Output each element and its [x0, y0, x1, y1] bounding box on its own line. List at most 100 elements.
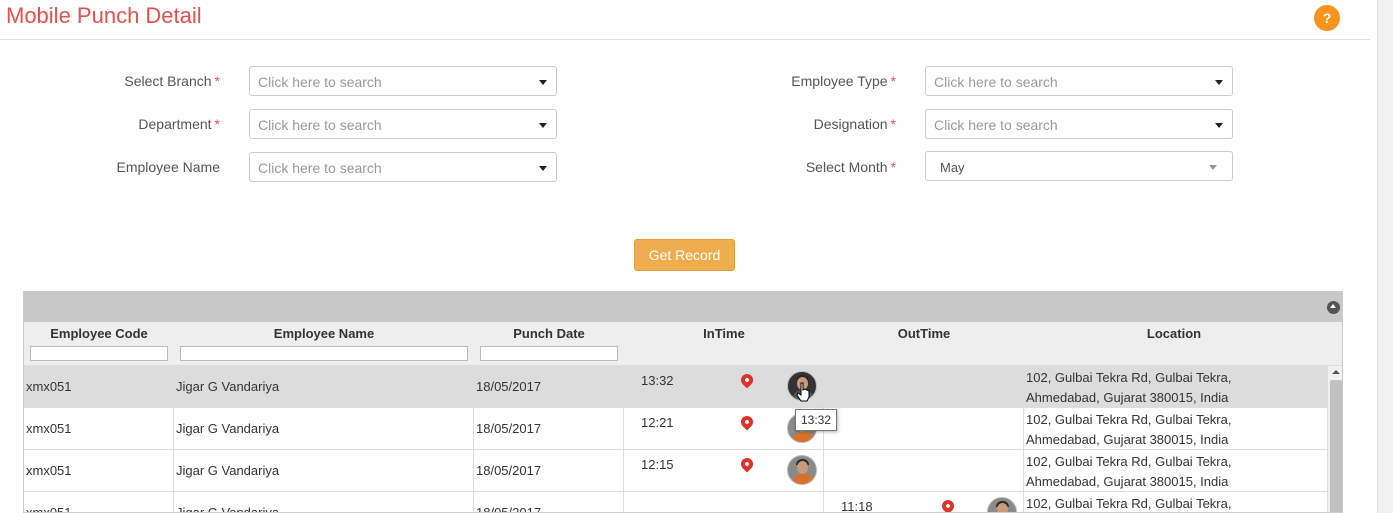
department-placeholder: Click here to search: [258, 117, 382, 133]
designation-dropdown[interactable]: Click here to search: [925, 109, 1233, 139]
employee-type-placeholder: Click here to search: [934, 74, 1058, 90]
select-branch-label-text: Select Branch: [124, 73, 212, 89]
employee-name-filter-input[interactable]: [180, 346, 468, 361]
cell-employee-name: Jigar G Vandariya: [174, 492, 474, 513]
cell-employee-name: Jigar G Vandariya: [174, 366, 474, 408]
employee-code-filter-input[interactable]: [30, 346, 168, 361]
avatar[interactable]: [787, 455, 817, 485]
required-mark: *: [890, 159, 896, 175]
cell-punch-date: 18/05/2017: [474, 408, 624, 450]
column-header-punch-date[interactable]: Punch Date: [474, 326, 624, 341]
column-header-employee-code[interactable]: Employee Code: [24, 326, 174, 341]
chevron-down-icon: [1215, 80, 1223, 85]
page-title: Mobile Punch Detail: [6, 3, 202, 28]
cell-in-time: [624, 492, 824, 512]
table-row[interactable]: xmx051 Jigar G Vandariya 18/05/2017 13:3…: [24, 366, 1327, 408]
scroll-up-icon[interactable]: [1332, 370, 1340, 374]
cell-in-time: 12:15: [624, 450, 824, 492]
avatar[interactable]: [987, 497, 1017, 512]
cell-out-time: 11:18: [824, 492, 1024, 512]
designation-label-text: Designation: [813, 116, 888, 132]
employee-type-dropdown[interactable]: Click here to search: [925, 66, 1233, 96]
cell-text: 102, Gulbai Tekra Rd, Gulbai Tekra, Ahme…: [1026, 412, 1232, 447]
department-label: Department *: [20, 116, 220, 132]
cell-text: 18/05/2017: [476, 421, 542, 436]
department-label-text: Department: [138, 116, 212, 132]
in-time-text: 13:32: [641, 373, 674, 388]
map-pin-icon[interactable]: [738, 371, 756, 389]
map-pin-icon[interactable]: [939, 497, 957, 512]
cell-text: xmx051: [26, 505, 72, 513]
cell-text: 102, Gulbai Tekra Rd, Gulbai Tekra, Ahme…: [1026, 496, 1232, 511]
cell-out-time: [824, 366, 1024, 408]
designation-label: Designation *: [696, 116, 896, 132]
map-pin-icon[interactable]: [738, 455, 756, 473]
table-row[interactable]: xmx051 Jigar G Vandariya 18/05/2017 12:2…: [24, 408, 1327, 450]
cell-location: 102, Gulbai Tekra Rd, Gulbai Tekra, Ahme…: [1024, 492, 1327, 512]
chevron-down-icon: [1215, 123, 1223, 128]
cell-punch-date: 18/05/2017: [474, 492, 624, 513]
select-month-label-text: Select Month: [805, 159, 888, 175]
required-mark: *: [214, 116, 220, 132]
page-scrollbar[interactable]: [1377, 0, 1393, 513]
employee-name-dropdown[interactable]: Click here to search: [249, 152, 557, 182]
cell-location: 102, Gulbai Tekra Rd, Gulbai Tekra, Ahme…: [1024, 408, 1327, 450]
grid-header: Employee Code Employee Name Punch Date I…: [24, 322, 1342, 366]
select-month-label: Select Month *: [696, 159, 896, 175]
required-mark: *: [890, 116, 896, 132]
employee-type-label: Employee Type *: [696, 73, 896, 89]
hand-cursor-icon: [796, 382, 810, 402]
chevron-down-icon: [539, 80, 547, 85]
punch-date-filter-input[interactable]: [480, 346, 618, 361]
table-row[interactable]: xmx051 Jigar G Vandariya 18/05/2017 12:1…: [24, 450, 1327, 492]
cell-location: 102, Gulbai Tekra Rd, Gulbai Tekra, Ahme…: [1024, 366, 1327, 408]
select-branch-label: Select Branch *: [20, 73, 220, 89]
cell-text: 18/05/2017: [476, 505, 542, 513]
cell-employee-name: Jigar G Vandariya: [174, 408, 474, 450]
cell-employee-code: xmx051: [24, 492, 174, 513]
cell-punch-date: 18/05/2017: [474, 450, 624, 492]
map-pin-icon[interactable]: [738, 413, 756, 431]
get-record-button[interactable]: Get Record: [634, 239, 735, 271]
cell-in-time: 12:21: [624, 408, 824, 450]
department-dropdown[interactable]: Click here to search: [249, 109, 557, 139]
cell-out-time: [824, 450, 1024, 492]
cell-text: 18/05/2017: [476, 379, 542, 394]
select-month-value: May: [940, 160, 965, 175]
column-header-in-time[interactable]: InTime: [624, 326, 824, 341]
in-time-text: 12:15: [641, 457, 674, 472]
column-header-out-time[interactable]: OutTime: [824, 326, 1024, 341]
table-row[interactable]: xmx051 Jigar G Vandariya 18/05/2017 11:1…: [24, 492, 1327, 513]
help-icon[interactable]: ?: [1314, 5, 1340, 31]
collapse-icon[interactable]: [1327, 301, 1340, 314]
cell-text: Jigar G Vandariya: [176, 505, 280, 513]
chevron-down-icon: [539, 166, 547, 171]
cell-punch-date: 18/05/2017: [474, 366, 624, 408]
grid-caption-bar: [24, 292, 1342, 322]
cell-text: xmx051: [26, 463, 72, 478]
chevron-down-icon: [539, 123, 547, 128]
cell-text: Jigar G Vandariya: [176, 421, 280, 436]
required-mark: *: [214, 73, 220, 89]
cell-out-time: [824, 408, 1024, 450]
column-header-employee-name[interactable]: Employee Name: [174, 326, 474, 341]
in-time-text: 12:21: [641, 415, 674, 430]
grid-body: xmx051 Jigar G Vandariya 18/05/2017 13:3…: [24, 366, 1327, 513]
designation-placeholder: Click here to search: [934, 117, 1058, 133]
column-header-location[interactable]: Location: [1024, 326, 1324, 341]
cell-employee-code: xmx051: [24, 450, 174, 492]
punch-grid: Employee Code Employee Name Punch Date I…: [23, 291, 1343, 513]
cell-text: Jigar G Vandariya: [176, 463, 280, 478]
cell-text: xmx051: [26, 421, 72, 436]
grid-scrollbar[interactable]: [1327, 366, 1342, 512]
chevron-down-icon: [1209, 165, 1217, 170]
select-month-dropdown[interactable]: May: [925, 151, 1233, 181]
cell-location: 102, Gulbai Tekra Rd, Gulbai Tekra, Ahme…: [1024, 450, 1327, 492]
cell-in-time: 13:32: [624, 366, 824, 408]
required-mark: *: [890, 73, 896, 89]
select-branch-dropdown[interactable]: Click here to search: [249, 66, 557, 96]
scroll-thumb[interactable]: [1330, 380, 1342, 512]
cell-text: xmx051: [26, 379, 72, 394]
cell-text: 18/05/2017: [476, 463, 542, 478]
cell-text: Jigar G Vandariya: [176, 379, 280, 394]
